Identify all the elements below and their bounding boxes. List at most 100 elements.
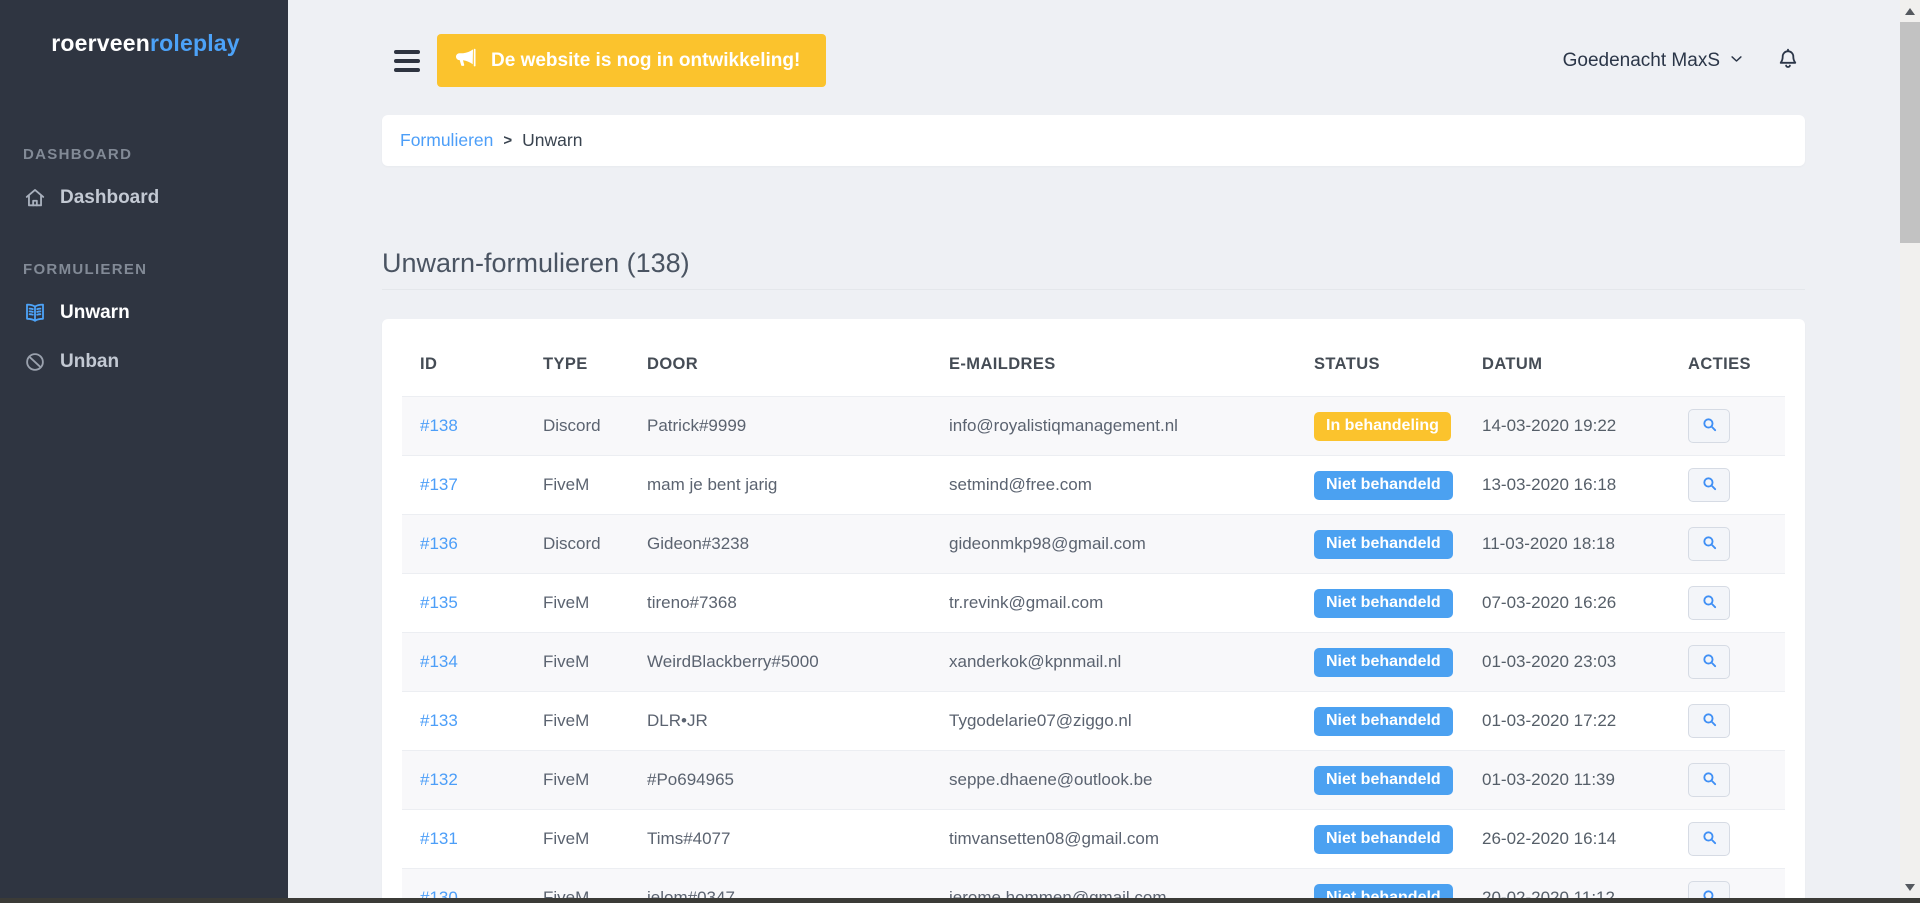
notifications-button[interactable] xyxy=(1776,47,1800,74)
table-row: #131 FiveM Tims#4077 timvansetten08@gmai… xyxy=(402,810,1785,869)
row-email: timvansetten08@gmail.com xyxy=(949,829,1159,848)
breadcrumb: Formulieren > Unwarn xyxy=(382,115,1805,166)
row-door: Patrick#9999 xyxy=(647,416,746,435)
sidebar-item-label: Unban xyxy=(60,351,119,373)
search-icon xyxy=(1701,475,1718,495)
row-email: info@royalistiqmanagement.nl xyxy=(949,416,1178,435)
row-id-link[interactable]: #135 xyxy=(420,593,458,612)
search-icon xyxy=(1701,534,1718,554)
table-row: #135 FiveM tireno#7368 tr.revink@gmail.c… xyxy=(402,574,1785,633)
row-type: Discord xyxy=(543,534,601,553)
topbar-right: Goedenacht MaxS xyxy=(1563,47,1800,74)
row-type: FiveM xyxy=(543,711,589,730)
row-type: FiveM xyxy=(543,770,589,789)
scrollbar[interactable] xyxy=(1900,0,1920,903)
scrollbar-up-icon[interactable] xyxy=(1905,8,1915,15)
view-row-button[interactable] xyxy=(1688,527,1730,561)
row-id-link[interactable]: #132 xyxy=(420,770,458,789)
row-door: DLR•JR xyxy=(647,711,708,730)
table-row: #137 FiveM mam je bent jarig setmind@fre… xyxy=(402,456,1785,515)
sidebar-item-unban[interactable]: Unban xyxy=(23,350,268,374)
search-icon xyxy=(1701,652,1718,672)
user-menu[interactable]: Goedenacht MaxS xyxy=(1563,50,1744,72)
status-badge: Niet behandeld xyxy=(1314,766,1453,795)
row-email: gideonmkp98@gmail.com xyxy=(949,534,1146,553)
row-door: mam je bent jarig xyxy=(647,475,777,494)
status-badge: Niet behandeld xyxy=(1314,471,1453,500)
row-type: Discord xyxy=(543,416,601,435)
brand-logo[interactable]: roerveenroleplay xyxy=(23,30,268,57)
row-door: WeirdBlackberry#5000 xyxy=(647,652,819,671)
row-id-link[interactable]: #134 xyxy=(420,652,458,671)
view-row-button[interactable] xyxy=(1688,468,1730,502)
view-row-button[interactable] xyxy=(1688,704,1730,738)
scrollbar-thumb[interactable] xyxy=(1900,22,1920,243)
sidebar-item-dashboard[interactable]: Dashboard xyxy=(23,186,268,210)
view-row-button[interactable] xyxy=(1688,822,1730,856)
sidebar-item-label: Dashboard xyxy=(60,187,159,209)
view-row-button[interactable] xyxy=(1688,409,1730,443)
breadcrumb-parent-link[interactable]: Formulieren xyxy=(400,130,493,151)
search-icon xyxy=(1701,593,1718,613)
page-title: Unwarn-formulieren (138) xyxy=(382,248,1805,279)
row-datum: 26-02-2020 16:14 xyxy=(1482,829,1616,848)
search-icon xyxy=(1701,416,1718,436)
row-email: xanderkok@kpnmail.nl xyxy=(949,652,1121,671)
table-header-row: ID TYPE DOOR E-MAILDRES STATUS DATUM ACT… xyxy=(402,329,1785,397)
col-header-status: STATUS xyxy=(1296,329,1464,397)
status-badge: Niet behandeld xyxy=(1314,648,1453,677)
home-icon xyxy=(23,186,47,210)
row-type: FiveM xyxy=(543,475,589,494)
row-id-link[interactable]: #133 xyxy=(420,711,458,730)
row-email: Tygodelarie07@ziggo.nl xyxy=(949,711,1132,730)
topbar: De website is nog in ontwikkeling! Goede… xyxy=(288,34,1900,87)
app-screen: roerveenroleplay DASHBOARD Dashboard FOR… xyxy=(0,0,1920,903)
row-email: tr.revink@gmail.com xyxy=(949,593,1103,612)
menu-icon xyxy=(394,50,420,54)
title-divider xyxy=(382,289,1805,290)
megaphone-icon xyxy=(453,46,477,76)
row-datum: 07-03-2020 16:26 xyxy=(1482,593,1616,612)
sidebar-item-label: Unwarn xyxy=(60,302,130,324)
search-icon xyxy=(1701,711,1718,731)
row-id-link[interactable]: #131 xyxy=(420,829,458,848)
bell-icon xyxy=(1776,47,1800,74)
row-id-link[interactable]: #138 xyxy=(420,416,458,435)
scrollbar-down-icon[interactable] xyxy=(1905,884,1915,891)
view-row-button[interactable] xyxy=(1688,586,1730,620)
status-badge: In behandeling xyxy=(1314,412,1451,441)
greeting-text: Goedenacht MaxS xyxy=(1563,50,1720,72)
row-type: FiveM xyxy=(543,652,589,671)
search-icon xyxy=(1701,829,1718,849)
row-id-link[interactable]: #136 xyxy=(420,534,458,553)
brand-name-primary: roerveen xyxy=(51,30,150,56)
view-row-button[interactable] xyxy=(1688,763,1730,797)
row-datum: 01-03-2020 11:39 xyxy=(1482,770,1615,789)
row-email: seppe.dhaene@outlook.be xyxy=(949,770,1152,789)
sidebar-section-formulieren: FORMULIEREN xyxy=(23,261,268,278)
row-email: setmind@free.com xyxy=(949,475,1092,494)
table-row: #132 FiveM #Po694965 seppe.dhaene@outloo… xyxy=(402,751,1785,810)
status-badge: Niet behandeld xyxy=(1314,589,1453,618)
row-door: tireno#7368 xyxy=(647,593,737,612)
view-row-button[interactable] xyxy=(1688,645,1730,679)
forms-table: ID TYPE DOOR E-MAILDRES STATUS DATUM ACT… xyxy=(402,329,1785,903)
row-datum: 11-03-2020 18:18 xyxy=(1482,534,1615,553)
row-type: FiveM xyxy=(543,593,589,612)
row-door: Gideon#3238 xyxy=(647,534,749,553)
bottom-edge-strip xyxy=(0,898,1920,903)
col-header-type: TYPE xyxy=(525,329,629,397)
menu-toggle-button[interactable] xyxy=(394,50,420,72)
row-datum: 01-03-2020 23:03 xyxy=(1482,652,1616,671)
row-id-link[interactable]: #137 xyxy=(420,475,458,494)
announcement-text: De website is nog in ontwikkeling! xyxy=(491,50,800,72)
status-badge: Niet behandeld xyxy=(1314,825,1453,854)
status-badge: Niet behandeld xyxy=(1314,707,1453,736)
breadcrumb-current: Unwarn xyxy=(522,130,582,151)
announcement-banner[interactable]: De website is nog in ontwikkeling! xyxy=(437,34,826,87)
sidebar-item-unwarn[interactable]: Unwarn xyxy=(23,301,268,325)
row-door: Tims#4077 xyxy=(647,829,730,848)
table-row: #136 Discord Gideon#3238 gideonmkp98@gma… xyxy=(402,515,1785,574)
forms-table-card: ID TYPE DOOR E-MAILDRES STATUS DATUM ACT… xyxy=(382,319,1805,903)
row-datum: 01-03-2020 17:22 xyxy=(1482,711,1616,730)
